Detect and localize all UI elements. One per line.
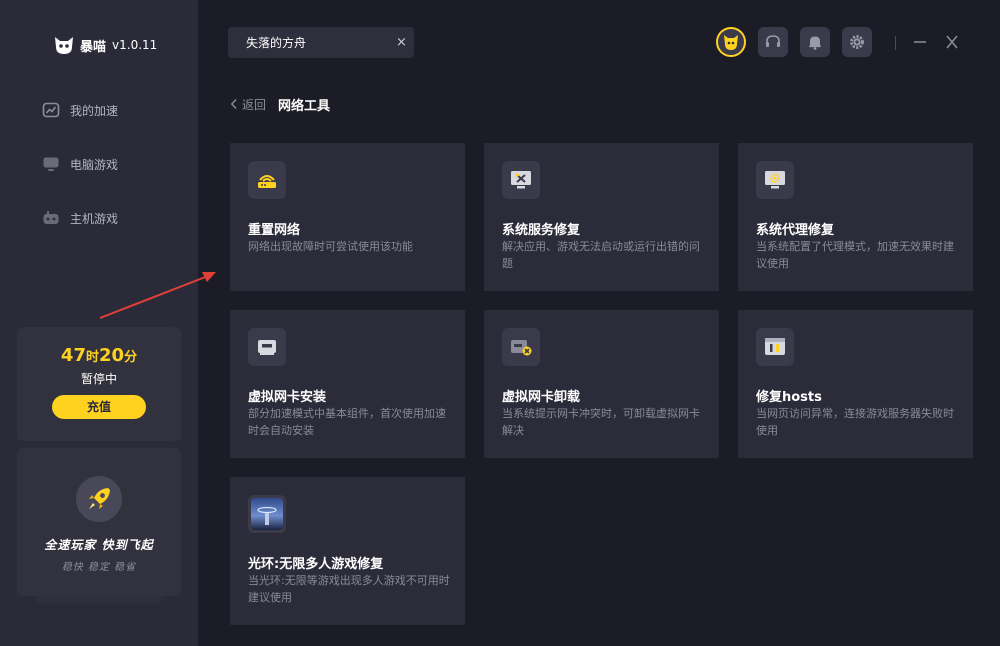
remaining-time: 47时20分	[17, 345, 181, 366]
app-logo: 暴喵 v1.0.11	[52, 32, 157, 58]
sidebar: 暴喵 v1.0.11 我的加速 电脑游戏 主机游戏 47时20分 暂停中 充值	[0, 0, 198, 646]
tool-card-description: 当系统提示网卡冲突时，可卸载虚拟网卡解决	[502, 407, 700, 437]
notifications-button[interactable]	[800, 27, 830, 57]
bell-icon	[809, 36, 821, 50]
chart-icon	[42, 101, 60, 119]
cat-avatar-icon	[724, 35, 738, 50]
tool-card-description: 网络出现故障时可尝试使用该功能	[248, 240, 413, 253]
headset-icon	[766, 35, 780, 47]
sidebar-item-label: 电脑游戏	[70, 157, 119, 172]
status-text: 暂停中	[80, 372, 117, 386]
sidebar-item-my-acceleration[interactable]: 我的加速	[0, 90, 198, 130]
sidebar-item-pc-games[interactable]: 电脑游戏	[0, 144, 198, 184]
customer-service-button[interactable]	[758, 27, 788, 57]
monitor-tools-icon	[502, 161, 540, 199]
tool-card-title: 修复hosts	[756, 390, 822, 405]
tool-card-repair-hosts[interactable]: 修复hosts 当网页访问异常，连接游戏服务器失败时使用	[738, 310, 973, 458]
tool-card-title: 虚拟网卡卸载	[502, 390, 581, 405]
network-card-remove-icon	[502, 328, 540, 366]
minimize-icon[interactable]	[912, 30, 928, 54]
top-toolbar	[716, 27, 872, 57]
sidebar-item-console-games[interactable]: 主机游戏	[0, 198, 198, 238]
promo-card[interactable]: 全速玩家 快到飞起 稳快 稳定 稳省	[17, 448, 181, 596]
time-minutes-unit: 分	[124, 350, 138, 365]
rocket-icon	[76, 476, 122, 522]
remaining-time-card: 47时20分 暂停中 充值	[17, 327, 181, 441]
tool-card-title: 系统代理修复	[756, 223, 835, 238]
tool-card-system-service-repair[interactable]: 系统服务修复 解决应用、游戏无法启动或运行出错的问题	[484, 143, 719, 291]
search-box: ×	[228, 27, 414, 58]
back-label: 返回	[242, 97, 267, 112]
tool-card-title: 重置网络	[248, 223, 301, 238]
cat-logo-icon	[55, 37, 73, 54]
tool-card-title: 系统服务修复	[502, 223, 581, 238]
tool-card-reset-network[interactable]: 重置网络 网络出现故障时可尝试使用该功能	[230, 143, 465, 291]
console-icon	[42, 209, 60, 227]
sidebar-nav: 我的加速 电脑游戏 主机游戏	[0, 90, 198, 252]
tool-card-description: 当光环:无限等游戏出现多人游戏不可用时建议使用	[248, 574, 450, 604]
hosts-tools-icon	[756, 328, 794, 366]
tool-card-virtual-nic-install[interactable]: 虚拟网卡安装 部分加速模式中基本组件，首次使用加速时会自动安装	[230, 310, 465, 458]
time-hours-unit: 时	[85, 350, 99, 365]
clear-search-button[interactable]: ×	[396, 35, 407, 50]
tool-card-halo-multiplayer-repair[interactable]: 光环:无限多人游戏修复 当光环:无限等游戏出现多人游戏不可用时建议使用	[230, 477, 465, 625]
time-minutes: 20	[99, 345, 125, 366]
time-hours: 47	[60, 345, 86, 366]
sidebar-item-label: 我的加速	[70, 103, 119, 118]
promo-card-stack	[36, 596, 162, 604]
promo-title: 全速玩家 快到飞起	[44, 538, 154, 552]
window-controls-divider	[895, 36, 896, 50]
settings-button[interactable]	[842, 27, 872, 57]
tool-card-description: 部分加速模式中基本组件，首次使用加速时会自动安装	[248, 407, 446, 437]
tool-card-description: 解决应用、游戏无法启动或运行出错的问题	[502, 240, 700, 270]
router-icon	[248, 161, 286, 199]
promo-subtitle: 稳快 稳定 稳省	[61, 562, 137, 573]
chevron-left-icon	[230, 99, 237, 109]
user-avatar[interactable]	[716, 27, 746, 57]
sidebar-item-label: 主机游戏	[70, 211, 119, 226]
tool-card-title: 光环:无限多人游戏修复	[248, 557, 384, 572]
search-input[interactable]	[246, 35, 396, 50]
monitor-gear-icon	[756, 161, 794, 199]
halo-game-icon	[248, 495, 286, 533]
recharge-button[interactable]: 充值	[52, 395, 146, 419]
gear-icon	[850, 35, 864, 49]
tool-card-description: 当网页访问异常，连接游戏服务器失败时使用	[756, 407, 954, 437]
tool-card-virtual-nic-uninstall[interactable]: 虚拟网卡卸载 当系统提示网卡冲突时，可卸载虚拟网卡解决	[484, 310, 719, 458]
close-icon[interactable]	[944, 32, 960, 52]
monitor-icon	[42, 155, 60, 173]
tool-card-title: 虚拟网卡安装	[248, 390, 327, 405]
tool-card-description: 当系统配置了代理模式，加速无效果时建议使用	[756, 240, 954, 270]
breadcrumb: 返回 网络工具	[230, 95, 331, 114]
app-version: v1.0.11	[112, 38, 158, 52]
network-card-icon	[248, 328, 286, 366]
app-name: 暴喵	[80, 39, 107, 55]
tool-card-system-proxy-repair[interactable]: 系统代理修复 当系统配置了代理模式，加速无效果时建议使用	[738, 143, 973, 291]
back-button[interactable]: 返回	[230, 96, 266, 113]
page-title: 网络工具	[278, 98, 331, 114]
